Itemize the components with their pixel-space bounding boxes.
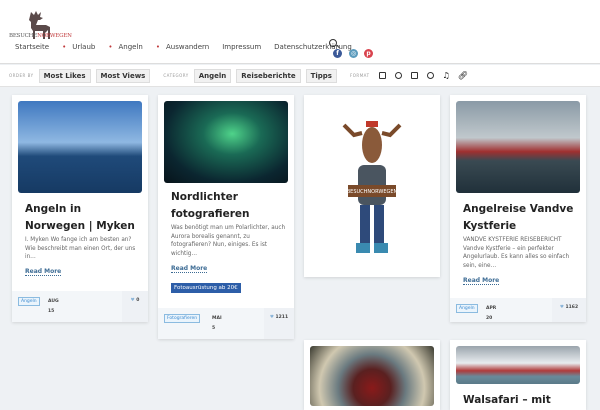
like-button[interactable]: ♥ 1211 (264, 308, 294, 339)
category-label: CATEGORY (163, 73, 189, 78)
heart-icon: ♥ (559, 305, 564, 310)
moose-illustration[interactable]: BESUCHNORWEGEN (324, 105, 420, 269)
search-icon[interactable] (329, 39, 337, 47)
post-title[interactable]: Walsafari – mit (463, 392, 581, 409)
category-tag[interactable]: Angeln (456, 304, 478, 313)
main-nav: Startseite • Urlaub • Angeln • Auswandern I… (15, 43, 352, 51)
format-label: FORMAT (349, 73, 370, 78)
heart-icon: ♥ (130, 298, 135, 303)
image-format-icon[interactable] (378, 72, 386, 79)
post-excerpt: VANDVE KYSTFERIE REISEBERICHT Vandve Kys… (463, 237, 570, 269)
post-image[interactable] (164, 101, 288, 183)
post-card[interactable]: Angelreise Vandve Kystferie VANDVE KYSTF… (450, 95, 586, 322)
svg-text:BESUCHNORWEGEN: BESUCHNORWEGEN (347, 189, 398, 195)
post-excerpt: Was benötigt man um Polarlichter, auch A… (171, 225, 286, 257)
nav-startseite[interactable]: Startseite (15, 43, 49, 51)
post-title[interactable]: Nordlichter fotografieren (171, 189, 289, 223)
most-views-button[interactable]: Most Views (95, 68, 151, 83)
post-title[interactable]: Angeln in Norwegen | Myken (25, 201, 143, 235)
illustration-card[interactable]: BESUCHNORWEGEN (304, 95, 440, 277)
post-title[interactable]: Angelreise Vandve Kystferie (463, 201, 581, 235)
most-likes-button[interactable]: Most Likes (38, 68, 91, 83)
category-tag[interactable]: Angeln (18, 297, 40, 306)
nav-auswandern[interactable]: • Auswandern (156, 43, 209, 51)
category-tag[interactable]: Fotografieren (164, 314, 201, 323)
read-more-link[interactable]: Read More (171, 265, 208, 273)
read-more-link[interactable]: Read More (463, 277, 500, 285)
post-date: MAI 5 (212, 316, 222, 331)
nav-impressum[interactable]: Impressum (222, 43, 261, 51)
pinterest-icon[interactable]: p (364, 49, 373, 58)
post-date: APR 20 (486, 306, 497, 321)
post-excerpt: I. Myken Wo fange ich am besten an? Wie … (25, 237, 136, 261)
post-card[interactable]: Angeln in Norwegen | Myken I. Myken Wo f… (12, 95, 148, 322)
heart-icon: ♥ (269, 315, 274, 320)
category-reiseberichte-button[interactable]: Reiseberichte (236, 68, 301, 83)
post-card[interactable]: Nordlichter fotografieren Was benötigt m… (158, 95, 294, 339)
filter-bar: ORDER BY Most Likes Most Views CATEGORY … (0, 65, 600, 87)
read-more-link[interactable]: Read More (25, 268, 62, 276)
brand-name: BESUCHENORWEGEN (9, 33, 72, 39)
post-image[interactable] (456, 346, 580, 384)
video-format-icon[interactable] (410, 72, 418, 79)
card-footer: Fotografieren MAI 5 ♥ 1211 (158, 308, 294, 339)
card-footer: Angeln AUG 15 ♥ 0 (12, 291, 148, 322)
post-date: AUG 15 (48, 299, 59, 314)
site-header: BESUCHENORWEGEN Startseite • Urlaub • Ange… (0, 0, 600, 64)
nav-urlaub[interactable]: • Urlaub (62, 43, 95, 51)
card-footer: Angeln APR 20 ♥ 1162 (450, 298, 586, 322)
category-tipps-button[interactable]: Tipps (305, 68, 337, 83)
promo-banner[interactable]: Fotoausrüstung ab 20€ (171, 283, 241, 293)
audio-format-icon[interactable]: ♫ (443, 71, 450, 80)
like-button[interactable]: ♥ 0 (122, 291, 148, 322)
chat-format-icon[interactable] (426, 72, 434, 79)
nav-angeln[interactable]: • Angeln (108, 43, 143, 51)
instagram-icon[interactable]: ◎ (349, 49, 358, 58)
like-button[interactable]: ♥ 1162 (552, 298, 586, 322)
post-image[interactable] (310, 346, 434, 406)
post-image[interactable] (18, 101, 142, 193)
post-image[interactable] (456, 101, 580, 193)
facebook-icon[interactable]: f (333, 49, 342, 58)
category-angeln-button[interactable]: Angeln (193, 68, 232, 83)
link-format-icon[interactable]: 🔗︎ (458, 71, 468, 80)
gallery-format-icon[interactable] (394, 72, 402, 79)
order-by-label: ORDER BY (9, 73, 34, 78)
